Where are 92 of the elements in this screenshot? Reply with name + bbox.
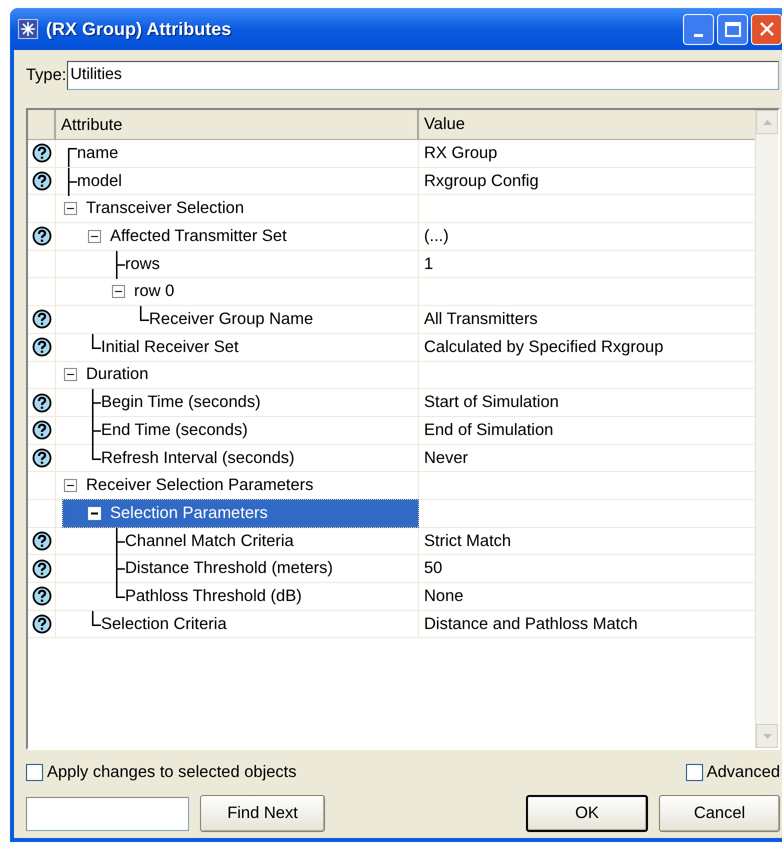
attribute-row[interactable]: Receiver Selection Parameters (63, 472, 418, 499)
attribute-label: name (77, 142, 118, 164)
help-icon[interactable] (32, 448, 52, 468)
attribute-label: Channel Match Criteria (125, 530, 294, 552)
help-icon[interactable] (32, 143, 52, 164)
type-label: Type: (26, 64, 66, 86)
attribute-label: Distance Threshold (meters) (125, 558, 333, 580)
help-icon[interactable] (32, 420, 52, 440)
attribute-row[interactable]: Selection Criteria (63, 610, 418, 638)
maximize-button[interactable] (717, 14, 748, 44)
tree-line (92, 389, 101, 418)
value-cell[interactable]: Strict Match (424, 528, 512, 554)
attribute-label: Refresh Interval (seconds) (101, 448, 294, 469)
dialog-button[interactable]: OK (526, 795, 648, 832)
attribute-row[interactable]: rows (63, 250, 418, 278)
value-cell[interactable]: End of Simulation (424, 418, 554, 443)
value-cell[interactable]: None (424, 584, 464, 609)
dialog-button[interactable]: Cancel (659, 795, 780, 832)
attribute-row[interactable]: Refresh Interval (seconds) (63, 444, 418, 472)
close-button[interactable] (751, 14, 782, 44)
value-cell[interactable]: Distance and Pathloss Match (424, 612, 638, 636)
attribute-row[interactable]: model (63, 168, 418, 194)
advanced-label: Advanced (706, 762, 780, 783)
attribute-label: Initial Receiver Set (101, 336, 239, 358)
type-field[interactable]: Utilities (67, 60, 780, 90)
tree-line (92, 610, 101, 626)
help-icon[interactable] (32, 614, 52, 634)
help-icon[interactable] (32, 558, 52, 579)
window-title: (RX Group) Attributes (46, 18, 232, 41)
attribute-row[interactable]: Selection Parameters (63, 500, 418, 527)
attribute-label: Selection Parameters (110, 502, 268, 524)
attribute-label: Transceiver Selection (86, 198, 244, 220)
help-icon[interactable] (32, 309, 52, 330)
collapse-icon[interactable] (112, 285, 125, 298)
help-icon[interactable] (32, 530, 52, 551)
collapse-icon[interactable] (64, 202, 77, 216)
value-cell[interactable]: All Transmitters (424, 307, 538, 332)
attribute-row[interactable]: Duration (63, 362, 418, 388)
attribute-row[interactable]: Initial Receiver Set (63, 334, 418, 360)
collapse-icon[interactable] (64, 368, 77, 382)
column-header[interactable]: Value (419, 110, 755, 140)
attribute-label: Receiver Selection Parameters (86, 475, 314, 496)
star-icon (18, 19, 38, 39)
tree-line (116, 528, 125, 556)
help-icon[interactable] (32, 586, 52, 606)
apply-label: Apply changes to selected objects (47, 762, 296, 783)
tree-line (92, 334, 101, 349)
help-icon[interactable] (32, 337, 52, 358)
value-cell[interactable]: 50 (424, 556, 442, 582)
attribute-row[interactable]: row 0 (63, 278, 418, 306)
attribute-row[interactable]: Pathloss Threshold (dB) (63, 583, 418, 610)
attribute-label: Begin Time (seconds) (101, 392, 261, 414)
collapse-icon[interactable] (88, 230, 101, 243)
attribute-label: Selection Criteria (101, 614, 227, 635)
tree-line (140, 306, 149, 322)
minimize-button[interactable] (683, 14, 714, 44)
value-cell[interactable]: Rxgroup Config (424, 168, 539, 194)
down-arrow-icon (762, 734, 772, 738)
attribute-label: Pathloss Threshold (dB) (125, 586, 302, 607)
find-field[interactable] (26, 796, 189, 830)
up-arrow-icon (762, 120, 772, 124)
value-cell[interactable]: Calculated by Specified Rxgroup (424, 334, 664, 360)
attribute-row[interactable]: Begin Time (seconds) (63, 389, 418, 416)
attribute-label: Affected Transmitter Set (110, 226, 287, 248)
close-icon (758, 21, 774, 37)
attribute-label: rows (125, 254, 160, 275)
attribute-row[interactable]: Transceiver Selection (63, 195, 418, 222)
value-cell[interactable]: 1 (424, 252, 434, 276)
dialog-button[interactable]: Find Next (200, 795, 325, 832)
attribute-row[interactable]: Affected Transmitter Set (63, 223, 418, 250)
column-header[interactable]: Attribute (56, 110, 419, 140)
collapse-icon[interactable] (64, 479, 77, 492)
attribute-label: Duration (86, 364, 148, 386)
value-cell[interactable]: RX Group (424, 140, 498, 166)
help-icon[interactable] (32, 226, 52, 246)
attribute-row[interactable]: name (63, 140, 418, 167)
checkbox[interactable] (26, 764, 43, 780)
attribute-row[interactable]: Distance Threshold (meters) (63, 555, 418, 582)
attribute-label: End Time (seconds) (101, 420, 248, 441)
checkbox[interactable] (686, 764, 703, 780)
tree-line (116, 250, 125, 279)
value-cell[interactable]: Start of Simulation (424, 390, 559, 415)
attribute-row[interactable]: End Time (seconds) (63, 416, 418, 444)
attribute-label: Receiver Group Name (149, 309, 314, 330)
attribute-label: model (77, 170, 122, 192)
value-cell[interactable]: Never (424, 446, 468, 470)
attribute-row[interactable]: Receiver Group Name (63, 306, 418, 333)
attribute-label: row 0 (134, 281, 174, 302)
help-icon[interactable] (32, 392, 52, 413)
attribute-row[interactable]: Channel Match Criteria (63, 528, 418, 554)
value-cell[interactable]: (...) (424, 224, 449, 249)
help-icon[interactable] (32, 171, 52, 192)
